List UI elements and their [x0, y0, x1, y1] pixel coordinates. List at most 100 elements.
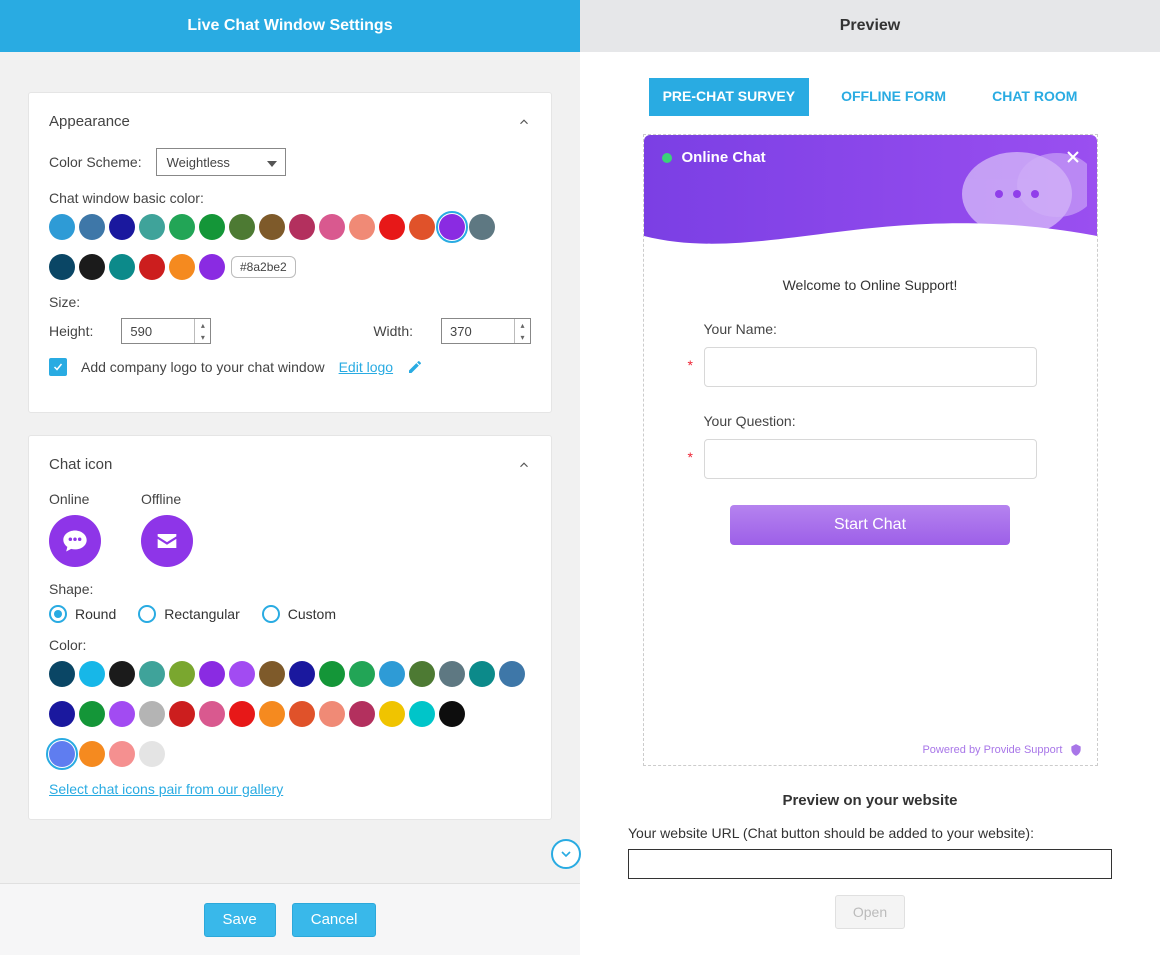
- stepper-down-icon[interactable]: ▾: [514, 331, 530, 343]
- color-scheme-select[interactable]: Weightless: [156, 148, 286, 176]
- url-input[interactable]: [628, 849, 1112, 879]
- color-swatch[interactable]: [379, 214, 405, 240]
- color-swatch[interactable]: [49, 701, 75, 727]
- color-swatch[interactable]: [319, 214, 345, 240]
- color-swatch[interactable]: [109, 254, 135, 280]
- color-swatch[interactable]: [199, 701, 225, 727]
- expand-toggle-button[interactable]: [551, 839, 581, 869]
- open-button[interactable]: Open: [835, 895, 905, 929]
- color-label: Color:: [49, 637, 531, 653]
- color-swatch[interactable]: [289, 214, 315, 240]
- name-input[interactable]: [704, 347, 1037, 387]
- color-swatch[interactable]: [139, 701, 165, 727]
- save-button[interactable]: Save: [204, 903, 276, 937]
- chat-icon-title: Chat icon: [49, 456, 112, 473]
- color-swatch[interactable]: [439, 701, 465, 727]
- tab-offline-form[interactable]: OFFLINE FORM: [827, 78, 960, 116]
- color-swatch[interactable]: [79, 701, 105, 727]
- color-swatch[interactable]: [79, 214, 105, 240]
- color-swatch[interactable]: [79, 254, 105, 280]
- color-tooltip: #8a2be2: [231, 256, 296, 278]
- color-swatch[interactable]: [199, 254, 225, 280]
- required-marker: *: [688, 449, 693, 465]
- color-swatch[interactable]: [49, 741, 75, 767]
- color-swatch[interactable]: [379, 661, 405, 687]
- color-swatch[interactable]: [139, 661, 165, 687]
- color-swatch[interactable]: [139, 741, 165, 767]
- color-swatch[interactable]: [229, 661, 255, 687]
- collapse-icon[interactable]: [517, 115, 531, 129]
- width-label: Width:: [373, 323, 413, 339]
- color-swatch[interactable]: [199, 214, 225, 240]
- gallery-link[interactable]: Select chat icons pair from our gallery: [49, 781, 531, 797]
- color-swatch[interactable]: [109, 214, 135, 240]
- tab-pre-chat-survey[interactable]: PRE-CHAT SURVEY: [649, 78, 810, 116]
- color-swatch[interactable]: [409, 214, 435, 240]
- color-swatch[interactable]: [79, 661, 105, 687]
- shape-radio-round[interactable]: Round: [49, 605, 116, 623]
- pencil-icon[interactable]: [407, 359, 423, 375]
- edit-logo-link[interactable]: Edit logo: [339, 359, 393, 375]
- collapse-icon[interactable]: [517, 458, 531, 472]
- chat-icon-panel: Chat icon Online Offline: [28, 435, 552, 820]
- radio-label: Custom: [288, 606, 336, 622]
- logo-checkbox[interactable]: [49, 358, 67, 376]
- height-label: Height:: [49, 323, 93, 339]
- online-chat-icon[interactable]: [49, 515, 101, 567]
- color-swatch[interactable]: [319, 701, 345, 727]
- color-swatch[interactable]: [289, 661, 315, 687]
- tab-chat-room[interactable]: CHAT ROOM: [978, 78, 1091, 116]
- start-chat-button[interactable]: Start Chat: [730, 505, 1010, 545]
- color-swatch[interactable]: [109, 701, 135, 727]
- color-swatch[interactable]: [349, 661, 375, 687]
- color-swatch[interactable]: [409, 701, 435, 727]
- settings-footer: Save Cancel: [0, 883, 580, 955]
- color-swatch[interactable]: [169, 254, 195, 280]
- color-swatch[interactable]: [169, 214, 195, 240]
- color-swatch[interactable]: [79, 741, 105, 767]
- color-swatch[interactable]: [259, 661, 285, 687]
- color-swatch[interactable]: [139, 214, 165, 240]
- color-swatch[interactable]: [499, 661, 525, 687]
- color-swatch[interactable]: [469, 661, 495, 687]
- color-swatch[interactable]: [349, 701, 375, 727]
- stepper-up-icon[interactable]: ▴: [514, 319, 530, 331]
- color-swatch[interactable]: [319, 661, 345, 687]
- color-swatch[interactable]: [379, 701, 405, 727]
- color-swatch[interactable]: [49, 254, 75, 280]
- appearance-title: Appearance: [49, 113, 130, 130]
- color-swatch[interactable]: [409, 661, 435, 687]
- color-swatch[interactable]: [109, 741, 135, 767]
- powered-by-link[interactable]: Powered by Provide Support: [922, 743, 1082, 757]
- preview-scroll[interactable]: PRE-CHAT SURVEY OFFLINE FORM CHAT ROOM: [580, 52, 1160, 955]
- stepper-up-icon[interactable]: ▴: [194, 319, 210, 331]
- chat-window-preview: Online Chat Welcome to Online Support! Y…: [643, 134, 1098, 766]
- color-swatch[interactable]: [139, 254, 165, 280]
- color-swatch[interactable]: [439, 214, 465, 240]
- shape-radio-rectangular[interactable]: Rectangular: [138, 605, 240, 623]
- color-swatch[interactable]: [169, 701, 195, 727]
- shape-radio-custom[interactable]: Custom: [262, 605, 336, 623]
- chat-window-header: Online Chat: [644, 135, 1097, 255]
- color-swatch[interactable]: [259, 214, 285, 240]
- color-swatch[interactable]: [469, 214, 495, 240]
- stepper-down-icon[interactable]: ▾: [194, 331, 210, 343]
- color-swatch[interactable]: [229, 701, 255, 727]
- color-swatch[interactable]: [49, 214, 75, 240]
- width-input[interactable]: 370 ▴▾: [441, 318, 531, 344]
- color-swatch[interactable]: [229, 214, 255, 240]
- color-swatch[interactable]: [289, 701, 315, 727]
- color-swatch[interactable]: [109, 661, 135, 687]
- height-input[interactable]: 590 ▴▾: [121, 318, 211, 344]
- color-swatch[interactable]: [439, 661, 465, 687]
- close-icon[interactable]: [1063, 147, 1083, 170]
- color-swatch[interactable]: [169, 661, 195, 687]
- question-input[interactable]: [704, 439, 1037, 479]
- color-swatch[interactable]: [199, 661, 225, 687]
- cancel-button[interactable]: Cancel: [292, 903, 377, 937]
- settings-scroll[interactable]: Appearance Color Scheme: Weightless Chat…: [0, 52, 580, 883]
- color-swatch[interactable]: [349, 214, 375, 240]
- color-swatch[interactable]: [259, 701, 285, 727]
- offline-chat-icon[interactable]: [141, 515, 193, 567]
- color-swatch[interactable]: [49, 661, 75, 687]
